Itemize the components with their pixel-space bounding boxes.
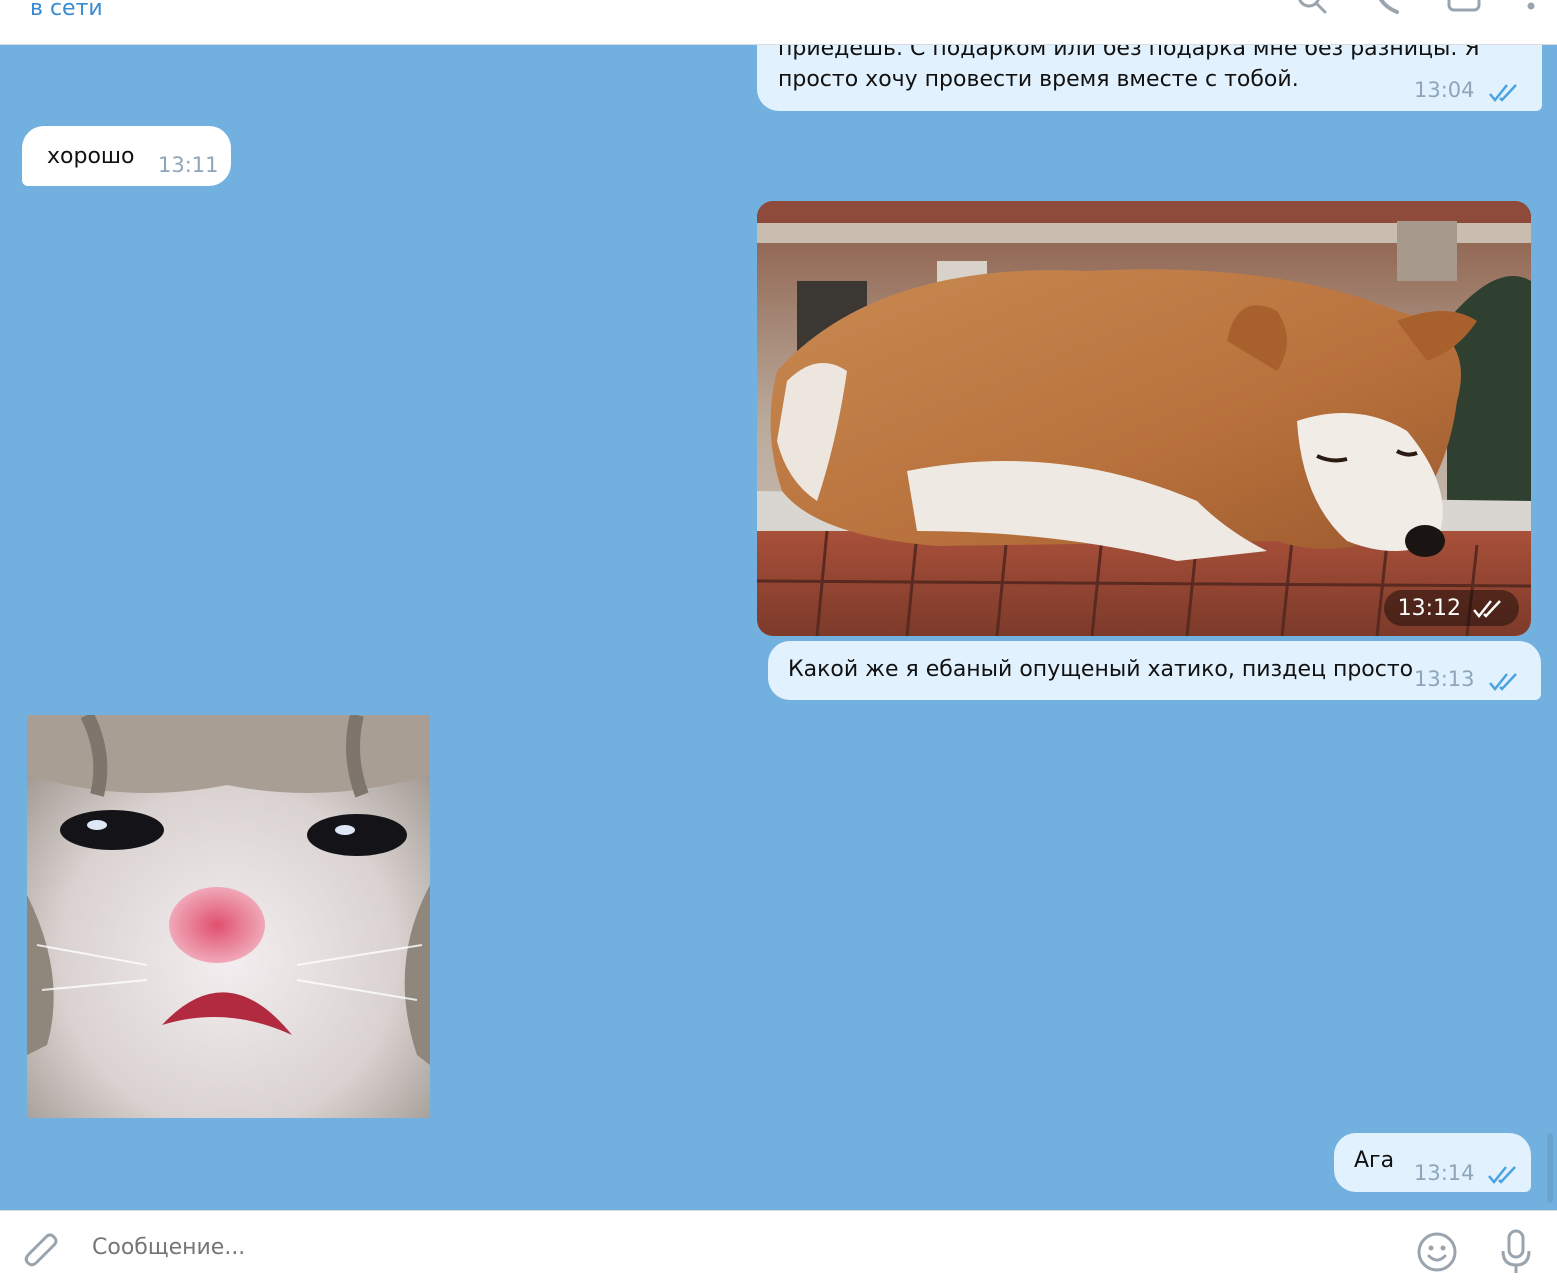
message-time: 13:04 — [1414, 78, 1475, 102]
phone-icon[interactable] — [1373, 0, 1403, 16]
header-actions — [1295, 0, 1537, 16]
message-time: 13:12 — [1397, 595, 1461, 621]
scrollbar[interactable] — [1547, 1133, 1553, 1203]
chat-header: в сети — [0, 0, 1557, 45]
sidebar-icon[interactable] — [1447, 0, 1481, 16]
message-input[interactable] — [92, 1235, 1292, 1260]
photo-time-badge: 13:12 — [1383, 590, 1519, 626]
message-composer — [0, 1210, 1557, 1288]
message-time: 13:11 — [158, 153, 219, 177]
sticker-message-kitten[interactable] — [27, 715, 430, 1118]
message-text: Какой же я ебаный опущеный хатико, пизде… — [788, 657, 1414, 682]
more-icon[interactable] — [1525, 0, 1537, 16]
read-ticks-icon — [1489, 673, 1517, 691]
search-icon[interactable] — [1295, 0, 1329, 16]
emoji-icon[interactable] — [1416, 1231, 1458, 1273]
message-bubble-incoming[interactable]: хорошо 13:11 — [22, 126, 231, 186]
online-status: в сети — [30, 0, 103, 21]
message-bubble-outgoing[interactable]: приедешь. С подарком или без подарка мне… — [757, 45, 1542, 111]
read-ticks-icon — [1488, 1166, 1516, 1184]
message-text: хорошо — [47, 144, 135, 169]
kitten-image — [27, 715, 430, 1118]
read-ticks-icon — [1473, 600, 1501, 618]
message-time: 13:14 — [1414, 1161, 1475, 1185]
message-bubble-outgoing[interactable]: Какой же я ебаный опущеный хатико, пизде… — [768, 641, 1541, 700]
microphone-icon[interactable] — [1498, 1229, 1534, 1275]
photo-message-dog[interactable]: 13:12 — [757, 201, 1531, 636]
message-text-line: приедешь. С подарком или без подарка мне… — [778, 45, 1480, 61]
attach-icon[interactable] — [22, 1233, 62, 1273]
message-list[interactable]: приедешь. С подарком или без подарка мне… — [0, 45, 1557, 1209]
message-text: Ага — [1354, 1148, 1395, 1173]
read-ticks-icon — [1489, 84, 1517, 102]
message-time: 13:13 — [1414, 667, 1475, 691]
dog-photo — [757, 201, 1531, 636]
message-bubble-outgoing[interactable]: Ага 13:14 — [1334, 1133, 1531, 1192]
